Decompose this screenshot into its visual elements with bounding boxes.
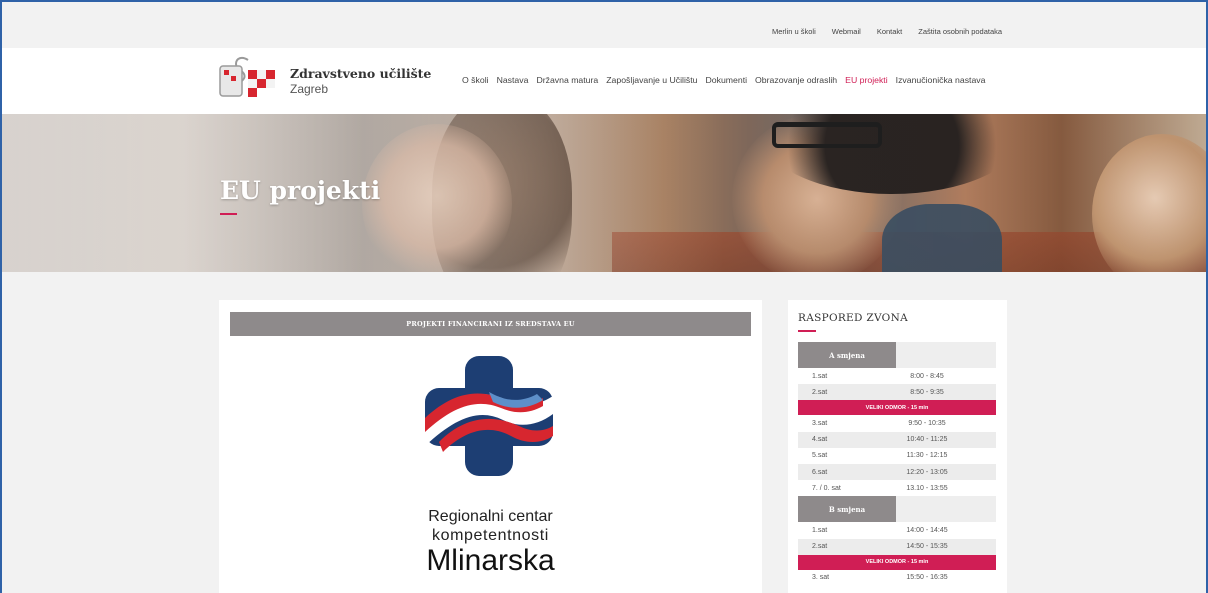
nav-item-obrazovanje-odraslih[interactable]: Obrazovanje odraslih: [755, 75, 837, 85]
table-row: 1.sat 14:00 - 14:45: [798, 522, 996, 538]
period-label: 3.sat: [812, 419, 828, 427]
main-content-card: PROJEKTI FINANCIRANI IZ SREDSTAVA EU Reg…: [219, 300, 762, 593]
period-label: 4.sat: [812, 436, 828, 444]
period-label: 5.sat: [812, 452, 828, 460]
project-name-line2: kompetentnosti: [432, 527, 549, 544]
table-row: 3. sat 15:50 - 16:35: [798, 570, 996, 586]
period-time: 14:00 - 14:45: [906, 526, 948, 534]
table-row: 1.sat 8:00 - 8:45: [798, 368, 996, 384]
break-row: VELIKI ODMOR - 15 min: [798, 400, 996, 416]
shift-label: A smjena: [798, 342, 896, 368]
period-label: 1.sat: [812, 372, 828, 380]
shift-header-fill: [896, 342, 996, 368]
widget-title: RASPORED ZVONA: [798, 312, 908, 324]
nav-item-dokumenti[interactable]: Dokumenti: [706, 75, 748, 85]
period-time: 12:20 - 13:05: [906, 468, 948, 476]
utility-link-privacy[interactable]: Zaštita osobnih podataka: [918, 27, 1002, 36]
period-label: 7. / 0. sat: [812, 484, 841, 492]
project-name-line3: Mlinarska: [426, 544, 555, 577]
period-time: 13.10 - 13:55: [906, 484, 948, 492]
hero-overlay: [2, 114, 1206, 272]
period-label: 2.sat: [812, 543, 828, 551]
table-row: 2.sat 8:50 - 9:35: [798, 384, 996, 401]
utility-bar: Merlin u školi Webmail Kontakt Zaštita o…: [2, 2, 1206, 48]
period-time: 15:50 - 16:35: [906, 574, 948, 582]
table-row: 4.sat 10:40 - 11:25: [798, 431, 996, 448]
period-time: 8:00 - 8:45: [910, 372, 944, 380]
period-time: 8:50 - 9:35: [910, 388, 944, 396]
browser-frame: Merlin u školi Webmail Kontakt Zaštita o…: [0, 0, 1208, 593]
bell-schedule-widget: RASPORED ZVONA A smjena 1.sat 8:00 - 8:4…: [788, 300, 1007, 593]
bell-schedule-table: A smjena 1.sat 8:00 - 8:45 2.sat 8:50 - …: [798, 342, 996, 586]
period-label: 6.sat: [812, 468, 828, 476]
section-heading: PROJEKTI FINANCIRANI IZ SREDSTAVA EU: [230, 312, 751, 336]
shift-label: B smjena: [798, 496, 896, 523]
hero-banner: EU projekti: [2, 114, 1206, 272]
main-nav: O školi Nastava Državna matura Zapošljav…: [462, 75, 986, 123]
utility-link-webmail[interactable]: Webmail: [832, 27, 861, 36]
table-row: 3.sat 9:50 - 10:35: [798, 415, 996, 431]
shift-header-b: B smjena: [798, 496, 996, 523]
nav-item-izvanucionicka[interactable]: Izvanučionička nastava: [896, 75, 986, 85]
nav-item-nastava[interactable]: Nastava: [497, 75, 529, 85]
widget-title-underline: [798, 330, 816, 332]
title-underline: [220, 213, 237, 215]
shift-header-fill: [896, 496, 996, 523]
table-row: 5.sat 11:30 - 12:15: [798, 448, 996, 464]
period-time: 14:50 - 15:35: [906, 543, 948, 551]
rckm-logo[interactable]: [419, 356, 559, 476]
period-label: 1.sat: [812, 526, 828, 534]
site-header: Zdravstveno učilište Zagreb O školi Nast…: [2, 48, 1206, 147]
period-label: 3. sat: [812, 574, 830, 582]
utility-links: Merlin u školi Webmail Kontakt Zaštita o…: [772, 27, 1002, 36]
period-label: 2.sat: [812, 388, 828, 396]
shift-header-a: A smjena: [798, 342, 996, 368]
period-time: 11:30 - 12:15: [906, 452, 948, 460]
period-time: 9:50 - 10:35: [908, 419, 946, 427]
table-row: 2.sat 14:50 - 15:35: [798, 538, 996, 555]
project-name-line1: Regionalni centar: [428, 508, 553, 525]
brand-city: Zagreb: [290, 82, 329, 96]
utility-link-merlin[interactable]: Merlin u školi: [772, 27, 816, 36]
break-row: VELIKI ODMOR - 15 min: [798, 554, 996, 570]
page-title: EU projekti: [220, 176, 381, 205]
brand-name[interactable]: Zdravstveno učilište: [290, 66, 431, 81]
nav-item-drzavna-matura[interactable]: Državna matura: [536, 75, 598, 85]
period-time: 10:40 - 11:25: [906, 436, 948, 444]
table-row: 7. / 0. sat 13.10 - 13:55: [798, 480, 996, 496]
nav-item-eu-projekti[interactable]: EU projekti: [845, 75, 888, 123]
nav-item-o-skoli[interactable]: O školi: [462, 75, 489, 85]
nav-item-zaposljavanje[interactable]: Zapošljavanje u Učilištu: [606, 75, 697, 85]
school-logo[interactable]: [218, 54, 278, 102]
utility-link-kontakt[interactable]: Kontakt: [877, 27, 902, 36]
table-row: 6.sat 12:20 - 13:05: [798, 463, 996, 481]
